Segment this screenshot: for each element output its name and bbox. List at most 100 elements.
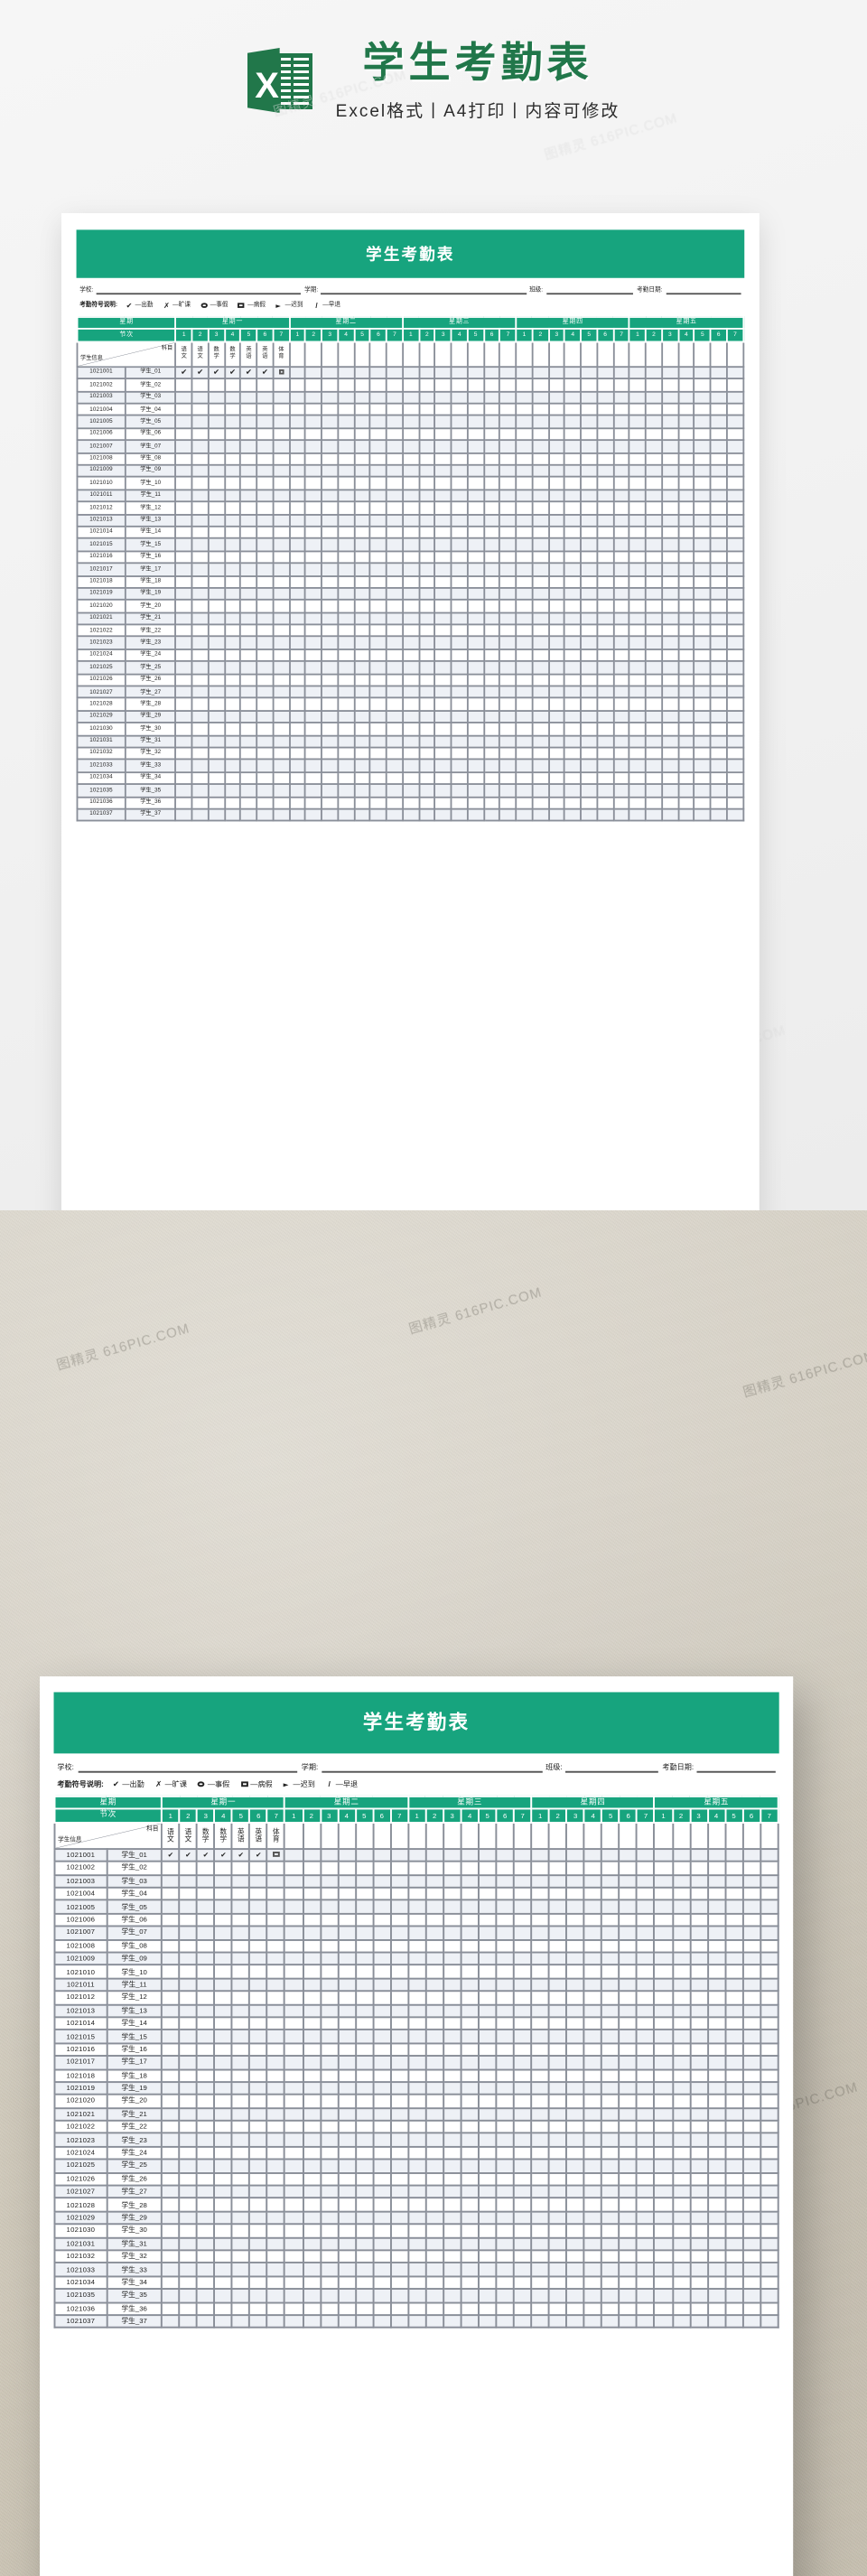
- attendance-cell[interactable]: [442, 2184, 462, 2199]
- attendance-cell[interactable]: [460, 2094, 480, 2109]
- attendance-cell[interactable]: [302, 2274, 322, 2291]
- attendance-cell[interactable]: [512, 1899, 533, 1915]
- attendance-cell[interactable]: [337, 439, 355, 454]
- attendance-cell[interactable]: [223, 697, 242, 712]
- attendance-cell[interactable]: [499, 672, 517, 687]
- attendance-cell[interactable]: [482, 746, 501, 761]
- attendance-cell[interactable]: [196, 2235, 216, 2252]
- attendance-cell[interactable]: [389, 2055, 409, 2070]
- attendance-cell[interactable]: [759, 2041, 779, 2058]
- attendance-cell[interactable]: [450, 365, 469, 380]
- attendance-cell[interactable]: [676, 685, 695, 700]
- attendance-cell[interactable]: [284, 1925, 304, 1941]
- attendance-cell[interactable]: [248, 2016, 269, 2031]
- attendance-cell[interactable]: [547, 611, 566, 626]
- attendance-cell[interactable]: [671, 2262, 691, 2278]
- attendance-cell[interactable]: [266, 2016, 286, 2031]
- attendance-cell[interactable]: [288, 611, 307, 626]
- attendance-cell[interactable]: [583, 1938, 603, 1954]
- attendance-cell[interactable]: [671, 1990, 691, 2005]
- student-name-cell[interactable]: 学生_18: [124, 574, 177, 589]
- attendance-cell[interactable]: [725, 488, 745, 503]
- attendance-cell[interactable]: [629, 390, 647, 405]
- attendance-cell[interactable]: [565, 2055, 585, 2070]
- attendance-cell[interactable]: [477, 2067, 498, 2083]
- attendance-cell[interactable]: [612, 623, 630, 639]
- student-name-cell[interactable]: 学生_27: [124, 685, 177, 700]
- attendance-cell[interactable]: [564, 770, 583, 786]
- attendance-cell[interactable]: [231, 2041, 251, 2058]
- attendance-cell[interactable]: [547, 807, 566, 823]
- attendance-cell[interactable]: [741, 2301, 761, 2317]
- attendance-cell[interactable]: [401, 672, 420, 687]
- attendance-cell[interactable]: [207, 623, 226, 639]
- attendance-cell[interactable]: [636, 2235, 656, 2252]
- attendance-cell[interactable]: [223, 476, 242, 490]
- attendance-cell[interactable]: [424, 1964, 444, 1980]
- attendance-cell[interactable]: [223, 783, 242, 798]
- attendance-cell[interactable]: [596, 795, 615, 810]
- attendance-cell[interactable]: [601, 2055, 620, 2070]
- attendance-cell[interactable]: [302, 1964, 322, 1980]
- attendance-cell[interactable]: [564, 365, 583, 380]
- attendance-cell[interactable]: [547, 525, 566, 540]
- attendance-cell[interactable]: [688, 2145, 709, 2161]
- subject-cell[interactable]: [583, 1821, 603, 1850]
- attendance-cell[interactable]: [372, 2067, 392, 2083]
- attendance-cell[interactable]: [629, 402, 647, 417]
- attendance-cell[interactable]: [725, 770, 745, 786]
- attendance-cell[interactable]: [417, 697, 436, 712]
- attendance-cell[interactable]: [495, 2041, 515, 2058]
- attendance-cell[interactable]: [693, 513, 712, 527]
- attendance-cell[interactable]: [417, 365, 436, 380]
- attendance-cell[interactable]: [239, 574, 258, 589]
- attendance-cell[interactable]: [178, 2235, 199, 2252]
- attendance-cell[interactable]: [213, 1873, 234, 1889]
- attendance-cell[interactable]: [178, 2080, 199, 2096]
- attendance-cell[interactable]: [239, 426, 258, 442]
- attendance-cell[interactable]: [372, 2274, 392, 2291]
- attendance-cell[interactable]: [466, 697, 485, 712]
- attendance-cell[interactable]: [174, 426, 193, 442]
- student-id-cell[interactable]: 1021032: [76, 746, 126, 761]
- attendance-cell[interactable]: [386, 599, 404, 613]
- attendance-cell[interactable]: [565, 1990, 585, 2005]
- attendance-cell[interactable]: [466, 365, 485, 380]
- attendance-cell[interactable]: [256, 660, 275, 675]
- attendance-cell[interactable]: [482, 426, 501, 442]
- attendance-cell[interactable]: [304, 562, 323, 577]
- attendance-cell[interactable]: [723, 2041, 744, 2058]
- attendance-cell[interactable]: [239, 476, 258, 490]
- attendance-cell[interactable]: [741, 2016, 761, 2031]
- attendance-cell[interactable]: [401, 439, 420, 454]
- attendance-cell[interactable]: [580, 697, 599, 712]
- attendance-cell[interactable]: [583, 2002, 603, 2019]
- attendance-cell[interactable]: [256, 562, 275, 577]
- attendance-cell[interactable]: ✔: [231, 1847, 251, 1863]
- attendance-cell[interactable]: [547, 733, 566, 749]
- subject-cell[interactable]: [741, 1821, 761, 1850]
- attendance-cell[interactable]: [688, 2262, 709, 2278]
- attendance-cell[interactable]: [386, 476, 404, 490]
- attendance-cell[interactable]: [482, 636, 501, 650]
- attendance-cell[interactable]: [417, 390, 436, 405]
- attendance-cell[interactable]: [612, 439, 630, 454]
- attendance-cell[interactable]: [709, 439, 728, 454]
- attendance-cell[interactable]: [353, 500, 371, 516]
- attendance-cell[interactable]: [266, 2002, 286, 2019]
- attendance-cell[interactable]: [515, 770, 534, 786]
- subject-cell[interactable]: [460, 1821, 480, 1850]
- attendance-cell[interactable]: [706, 1873, 726, 1889]
- attendance-cell[interactable]: [369, 402, 387, 417]
- attendance-cell[interactable]: [530, 2197, 550, 2213]
- attendance-cell[interactable]: [477, 1847, 498, 1863]
- attendance-cell[interactable]: [319, 2249, 339, 2264]
- attendance-cell[interactable]: [741, 2262, 761, 2278]
- attendance-cell[interactable]: [499, 513, 517, 527]
- attendance-cell[interactable]: [653, 2262, 674, 2278]
- attendance-cell[interactable]: [530, 1861, 550, 1876]
- student-id-cell[interactable]: 1021028: [53, 2197, 108, 2213]
- attendance-cell[interactable]: [629, 476, 647, 490]
- attendance-cell[interactable]: [565, 2262, 585, 2278]
- attendance-cell[interactable]: [442, 2158, 462, 2174]
